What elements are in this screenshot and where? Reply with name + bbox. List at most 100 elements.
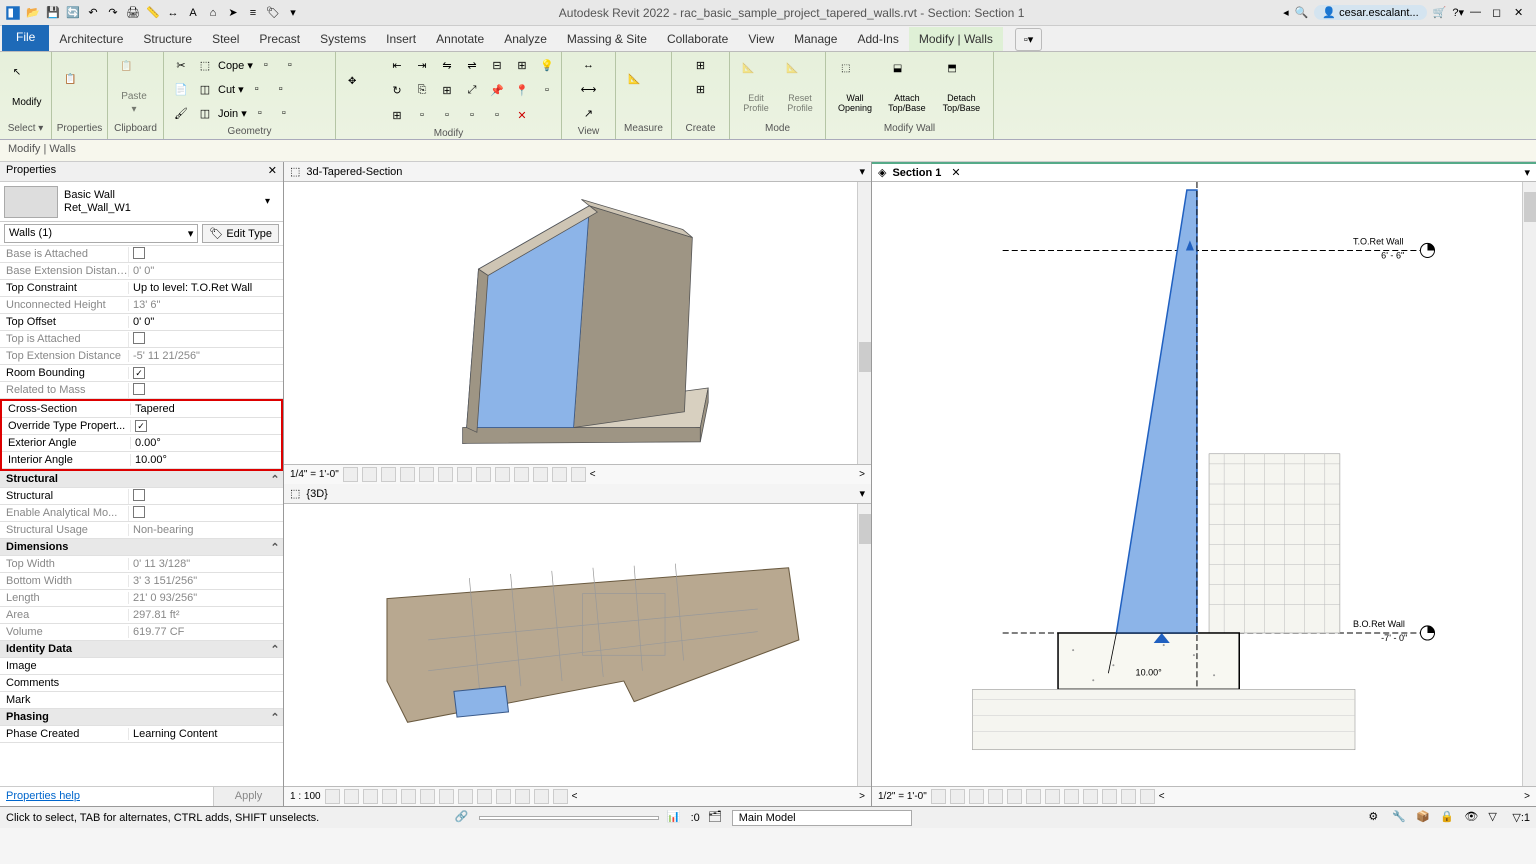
more1-icon[interactable]: ▫	[536, 79, 558, 101]
property-row[interactable]: Top Offset0' 0"	[0, 314, 283, 331]
window-icon[interactable]: ▾	[284, 4, 302, 22]
property-row[interactable]: Mark	[0, 692, 283, 709]
property-group[interactable]: Identity Data⌃	[0, 641, 283, 658]
rotate-icon[interactable]: ↻	[386, 79, 408, 101]
property-row[interactable]: Image	[0, 658, 283, 675]
properties-button[interactable]: 📋	[58, 72, 98, 104]
tab-view[interactable]: View	[738, 27, 784, 51]
split-icon[interactable]: ⊟	[486, 54, 508, 76]
cut-icon[interactable]: ✂	[170, 54, 192, 76]
view-3d-tapered[interactable]	[284, 182, 871, 464]
filter-count[interactable]: ▽:1	[1512, 811, 1530, 824]
view-menu-icon[interactable]: ▾	[859, 165, 865, 178]
more4-icon[interactable]: ▫	[461, 104, 483, 126]
props-close-icon[interactable]: ✕	[268, 164, 277, 179]
vc-2[interactable]	[362, 467, 377, 482]
apply-button[interactable]: Apply	[213, 787, 283, 806]
more5-icon[interactable]: ▫	[486, 104, 508, 126]
view-cube-icon2[interactable]: ⬚	[290, 487, 300, 500]
measure-button[interactable]: 📐	[622, 72, 662, 104]
st-icon1[interactable]: 🔗	[455, 810, 471, 826]
scrollbar-v2[interactable]	[857, 504, 871, 786]
instance-selector[interactable]: Walls (1)▾	[4, 224, 198, 243]
reset-profile-button[interactable]: 📐Reset Profile	[780, 61, 820, 115]
vc-7[interactable]	[457, 467, 472, 482]
delete-icon[interactable]: ✕	[511, 104, 533, 126]
create-icon2[interactable]: ⊞	[690, 78, 712, 100]
view-tab-section1[interactable]: Section 1	[892, 167, 941, 179]
copy-sm-icon[interactable]: 📄	[170, 78, 192, 100]
properties-grid[interactable]: Base is AttachedBase Extension Distance0…	[0, 246, 283, 786]
vc-3[interactable]	[381, 467, 396, 482]
tab-insert[interactable]: Insert	[376, 27, 426, 51]
st-icon3[interactable]: 🗂	[708, 810, 724, 826]
more2-icon[interactable]: ▫	[411, 104, 433, 126]
maximize-icon[interactable]: ◻	[1492, 6, 1508, 20]
home-icon[interactable]: ⌂	[204, 4, 222, 22]
light-icon[interactable]: 💡	[536, 54, 558, 76]
angle-dim[interactable]: 10.00°	[1136, 667, 1163, 677]
scale-label[interactable]: 1/4" = 1'-0"	[290, 469, 339, 480]
group-icon[interactable]: ⊞	[386, 104, 408, 126]
tab-collaborate[interactable]: Collaborate	[657, 27, 738, 51]
property-row[interactable]: Interior Angle10.00°	[2, 452, 281, 469]
scrollbar-v[interactable]	[857, 182, 871, 464]
property-row[interactable]: Room Bounding✓	[0, 365, 283, 382]
st-i3[interactable]: 📦	[1416, 810, 1432, 826]
dimension-icon[interactable]: ↔	[164, 4, 182, 22]
property-row[interactable]: Override Type Propert...✓	[2, 418, 281, 435]
st-icon2[interactable]: 📊	[667, 810, 683, 826]
tab-systems[interactable]: Systems	[310, 27, 376, 51]
property-group[interactable]: Phasing⌃	[0, 709, 283, 726]
move-button[interactable]: ✥	[342, 74, 382, 106]
text-icon[interactable]: A	[184, 4, 202, 22]
view-cube-icon[interactable]: ⬚	[290, 165, 300, 178]
tab-precast[interactable]: Precast	[249, 27, 310, 51]
st-model-combo[interactable]: Main Model	[732, 810, 912, 826]
undo-icon[interactable]: ↶	[84, 4, 102, 22]
save-icon[interactable]: 💾	[44, 4, 62, 22]
help-icon[interactable]: ?▾	[1452, 6, 1464, 19]
scale-label3[interactable]: 1/2" = 1'-0"	[878, 791, 927, 802]
property-group[interactable]: Structural⌃	[0, 471, 283, 488]
unpin-icon[interactable]: 📍	[511, 79, 533, 101]
more3-icon[interactable]: ▫	[436, 104, 458, 126]
type-selector[interactable]: Basic Wall Ret_Wall_W1 ▾	[0, 182, 283, 222]
vc-6[interactable]	[438, 467, 453, 482]
tab-steel[interactable]: Steel	[202, 27, 249, 51]
view-tab-3d-tapered[interactable]: 3d-Tapered-Section	[306, 166, 402, 178]
vc-10[interactable]	[514, 467, 529, 482]
view-close-icon[interactable]: ✕	[947, 166, 964, 179]
vc-12[interactable]	[552, 467, 567, 482]
tab-analyze[interactable]: Analyze	[494, 27, 557, 51]
property-row[interactable]: Phase CreatedLearning Content	[0, 726, 283, 743]
paste-button[interactable]: 📋Paste▾	[114, 59, 154, 117]
detach-button[interactable]: ⬒Detach Top/Base	[936, 61, 987, 115]
offset-icon[interactable]: ⇥	[411, 54, 433, 76]
cope-icon[interactable]: ⬚	[194, 54, 216, 76]
pin-icon[interactable]: 📌	[486, 79, 508, 101]
cart-icon[interactable]: 🛒	[1433, 6, 1447, 19]
st-i5[interactable]: 👁	[1464, 810, 1480, 826]
tab-annotate[interactable]: Annotate	[426, 27, 494, 51]
tab-modify-walls[interactable]: Modify | Walls	[909, 27, 1003, 51]
app-logo[interactable]	[4, 4, 22, 22]
copy-icon[interactable]: ⎘	[411, 79, 433, 101]
close-icon[interactable]: ✕	[1514, 6, 1530, 20]
view-icon3[interactable]: ↗	[578, 102, 600, 124]
scrollbar-v3[interactable]	[1522, 182, 1536, 786]
create-icon1[interactable]: ⊞	[690, 54, 712, 76]
sync-icon[interactable]: 🔄	[64, 4, 82, 22]
st-i2[interactable]: 🔧	[1392, 810, 1408, 826]
mirror-icon[interactable]: ⇋	[436, 54, 458, 76]
st-i1[interactable]: ⚙	[1368, 810, 1384, 826]
align-icon[interactable]: ⇤	[386, 54, 408, 76]
view-section[interactable]: T.O.Ret Wall 6' - 6" B.O.Ret Wall -7' - …	[872, 182, 1536, 786]
file-tab[interactable]: File	[2, 25, 49, 51]
measure-icon[interactable]: 📏	[144, 4, 162, 22]
cut2-icon[interactable]: ◫	[194, 78, 216, 100]
join-icon[interactable]: ◫	[194, 102, 216, 124]
view-tab-3d[interactable]: {3D}	[306, 488, 327, 500]
tab-more-icon[interactable]: ▫▾	[1015, 28, 1042, 51]
attach-button[interactable]: ⬓Attach Top/Base	[882, 61, 932, 115]
